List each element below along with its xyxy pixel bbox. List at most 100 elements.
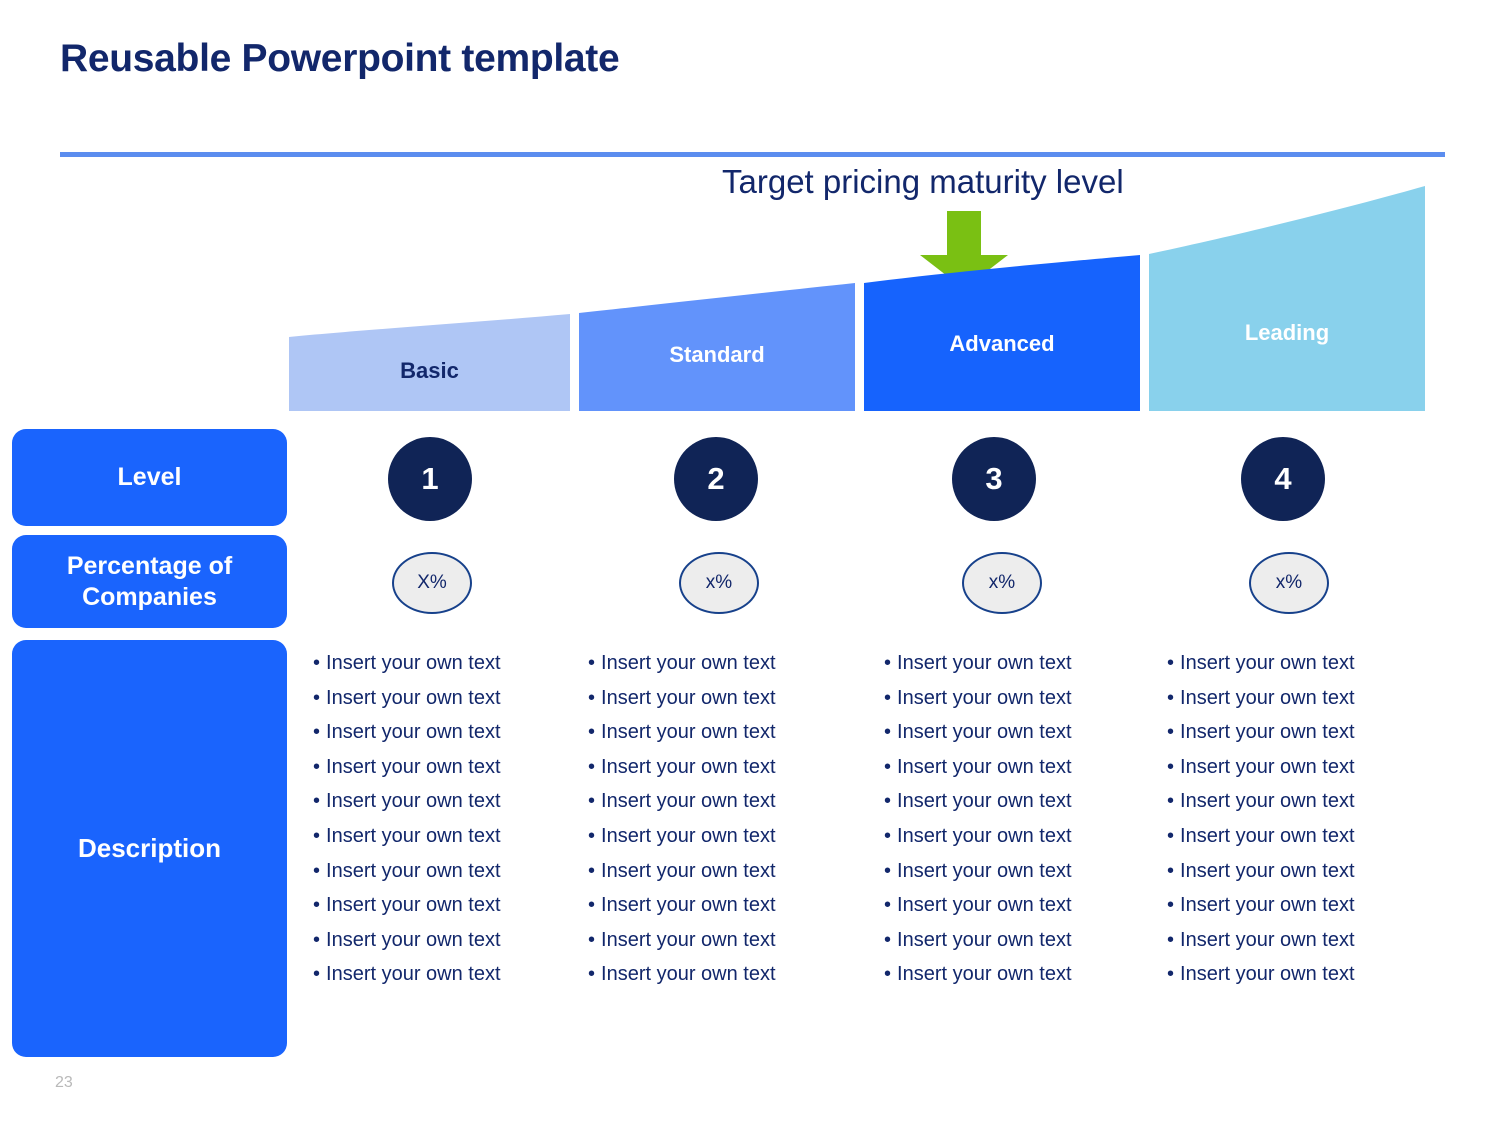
- bullet-marker-icon: •: [1167, 686, 1175, 709]
- bullet-item: • Insert your own text: [1167, 957, 1437, 992]
- bullet-marker-icon: •: [1167, 963, 1175, 986]
- bullet-marker-icon: •: [588, 928, 596, 951]
- bullet-marker-icon: •: [884, 894, 892, 917]
- bullet-marker-icon: •: [884, 963, 892, 986]
- bullet-marker-icon: •: [1167, 824, 1175, 847]
- bullet-item-label: Insert your own text: [601, 963, 776, 986]
- bullet-marker-icon: •: [313, 652, 321, 674]
- bullet-item: • Insert your own text: [884, 681, 1154, 716]
- bullet-item-label: Insert your own text: [601, 721, 776, 744]
- description-column-standard: • Insert your own text • Insert your own te…: [588, 646, 858, 992]
- bullet-item: • Insert your own text: [884, 854, 1154, 889]
- bullet-item-label: Insert your own text: [326, 790, 501, 813]
- bullet-marker-icon: •: [884, 755, 892, 778]
- bullet-item: • Insert your own text: [588, 854, 858, 889]
- bullet-item: • Insert your own text: [313, 923, 583, 958]
- bullet-item-label: Insert your own text: [1180, 928, 1355, 951]
- bullet-item-label: Insert your own text: [1180, 721, 1355, 744]
- bullet-marker-icon: •: [588, 652, 596, 674]
- bullet-item: • Insert your own text: [313, 888, 583, 923]
- bullet-item-label: Insert your own text: [1180, 686, 1355, 709]
- bullet-item: • Insert your own text: [1167, 784, 1437, 819]
- bullet-item-label: Insert your own text: [326, 721, 501, 744]
- percentage-oval-basic: X%: [392, 552, 472, 614]
- bullet-item: • Insert your own text: [313, 784, 583, 819]
- level-circle-2: 2: [674, 437, 758, 521]
- bullet-item-label: Insert your own text: [1180, 824, 1355, 847]
- bullet-item-label: Insert your own text: [326, 928, 501, 951]
- bullet-marker-icon: •: [884, 721, 892, 744]
- bullet-marker-icon: •: [884, 824, 892, 847]
- bullet-item-label: Insert your own text: [326, 686, 501, 709]
- bullet-item-label: Insert your own text: [326, 859, 501, 882]
- bullet-marker-icon: •: [313, 894, 321, 917]
- bullet-item-label: Insert your own text: [1180, 894, 1355, 917]
- bullet-marker-icon: •: [1167, 928, 1175, 951]
- bullet-item-label: Insert your own text: [326, 652, 501, 674]
- bullet-marker-icon: •: [313, 790, 321, 813]
- percentage-oval-advanced: x%: [962, 552, 1042, 614]
- row-label-level: Level: [12, 429, 287, 526]
- row-label-level-text: Level: [117, 463, 182, 492]
- page-number: 23: [55, 1074, 73, 1091]
- bullet-item: • Insert your own text: [588, 888, 858, 923]
- bullet-item: • Insert your own text: [588, 957, 858, 992]
- bullet-item-label: Insert your own text: [1180, 652, 1355, 674]
- bullet-marker-icon: •: [884, 686, 892, 709]
- description-column-basic: • Insert your own text • Insert your own te…: [313, 646, 583, 992]
- bullet-item: • Insert your own text: [884, 784, 1154, 819]
- ramp-label-leading: Leading: [1244, 320, 1330, 345]
- bullet-item-label: Insert your own text: [897, 755, 1072, 778]
- bullet-marker-icon: •: [1167, 755, 1175, 778]
- bullet-item: • Insert your own text: [884, 957, 1154, 992]
- bullet-item: • Insert your own text: [313, 957, 583, 992]
- bullet-item-label: Insert your own text: [601, 824, 776, 847]
- bullet-item-label: Insert your own text: [897, 790, 1072, 813]
- bullet-item: • Insert your own text: [1167, 854, 1437, 889]
- bullet-marker-icon: •: [884, 790, 892, 813]
- bullet-item: • Insert your own text: [884, 646, 1154, 681]
- bullet-item: • Insert your own text: [313, 750, 583, 785]
- bullet-marker-icon: •: [588, 721, 596, 744]
- bullet-item: • Insert your own text: [588, 750, 858, 785]
- bullet-item-label: Insert your own text: [897, 859, 1072, 882]
- bullet-item: • Insert your own text: [884, 819, 1154, 854]
- bullet-item: • Insert your own text: [313, 646, 583, 681]
- bullet-marker-icon: •: [884, 928, 892, 951]
- bullet-marker-icon: •: [313, 824, 321, 847]
- bullet-marker-icon: •: [1167, 790, 1175, 813]
- level-circle-4: 4: [1241, 437, 1325, 521]
- bullet-marker-icon: •: [884, 859, 892, 882]
- bullet-item-label: Insert your own text: [1180, 963, 1355, 986]
- bullet-marker-icon: •: [313, 859, 321, 882]
- row-label-percentage-text: Percentage of Companies: [66, 552, 233, 611]
- target-callout-label: Target pricing maturity level: [722, 163, 1124, 200]
- description-column-leading: • Insert your own text • Insert your own te…: [1167, 646, 1437, 992]
- bullet-item-label: Insert your own text: [897, 686, 1072, 709]
- bullet-item-label: Insert your own text: [326, 824, 501, 847]
- row-label-description-text: Description: [77, 832, 222, 863]
- bullet-item: • Insert your own text: [588, 681, 858, 716]
- bullet-marker-icon: •: [313, 963, 321, 986]
- bullet-marker-icon: •: [1167, 652, 1175, 674]
- bullet-item-label: Insert your own text: [601, 755, 776, 778]
- bullet-item-label: Insert your own text: [601, 652, 776, 674]
- bullet-item: • Insert your own text: [1167, 750, 1437, 785]
- percentage-oval-leading: x%: [1249, 552, 1329, 614]
- bullet-item: • Insert your own text: [588, 819, 858, 854]
- bullet-marker-icon: •: [588, 963, 596, 986]
- bullet-marker-icon: •: [588, 859, 596, 882]
- bullet-item-label: Insert your own text: [601, 686, 776, 709]
- bullet-item-label: Insert your own text: [897, 928, 1072, 951]
- bullet-item-label: Insert your own text: [897, 824, 1072, 847]
- bullet-item: • Insert your own text: [1167, 646, 1437, 681]
- bullet-marker-icon: •: [884, 652, 892, 674]
- bullet-item-label: Insert your own text: [897, 721, 1072, 744]
- bullet-item-label: Insert your own text: [897, 894, 1072, 917]
- page-title: Reusable Powerpoint template: [60, 37, 620, 80]
- bullet-item-label: Insert your own text: [326, 755, 501, 778]
- bullet-item: • Insert your own text: [313, 854, 583, 889]
- bullet-item-label: Insert your own text: [1180, 859, 1355, 882]
- bullet-marker-icon: •: [313, 721, 321, 744]
- bullet-item-label: Insert your own text: [1180, 755, 1355, 778]
